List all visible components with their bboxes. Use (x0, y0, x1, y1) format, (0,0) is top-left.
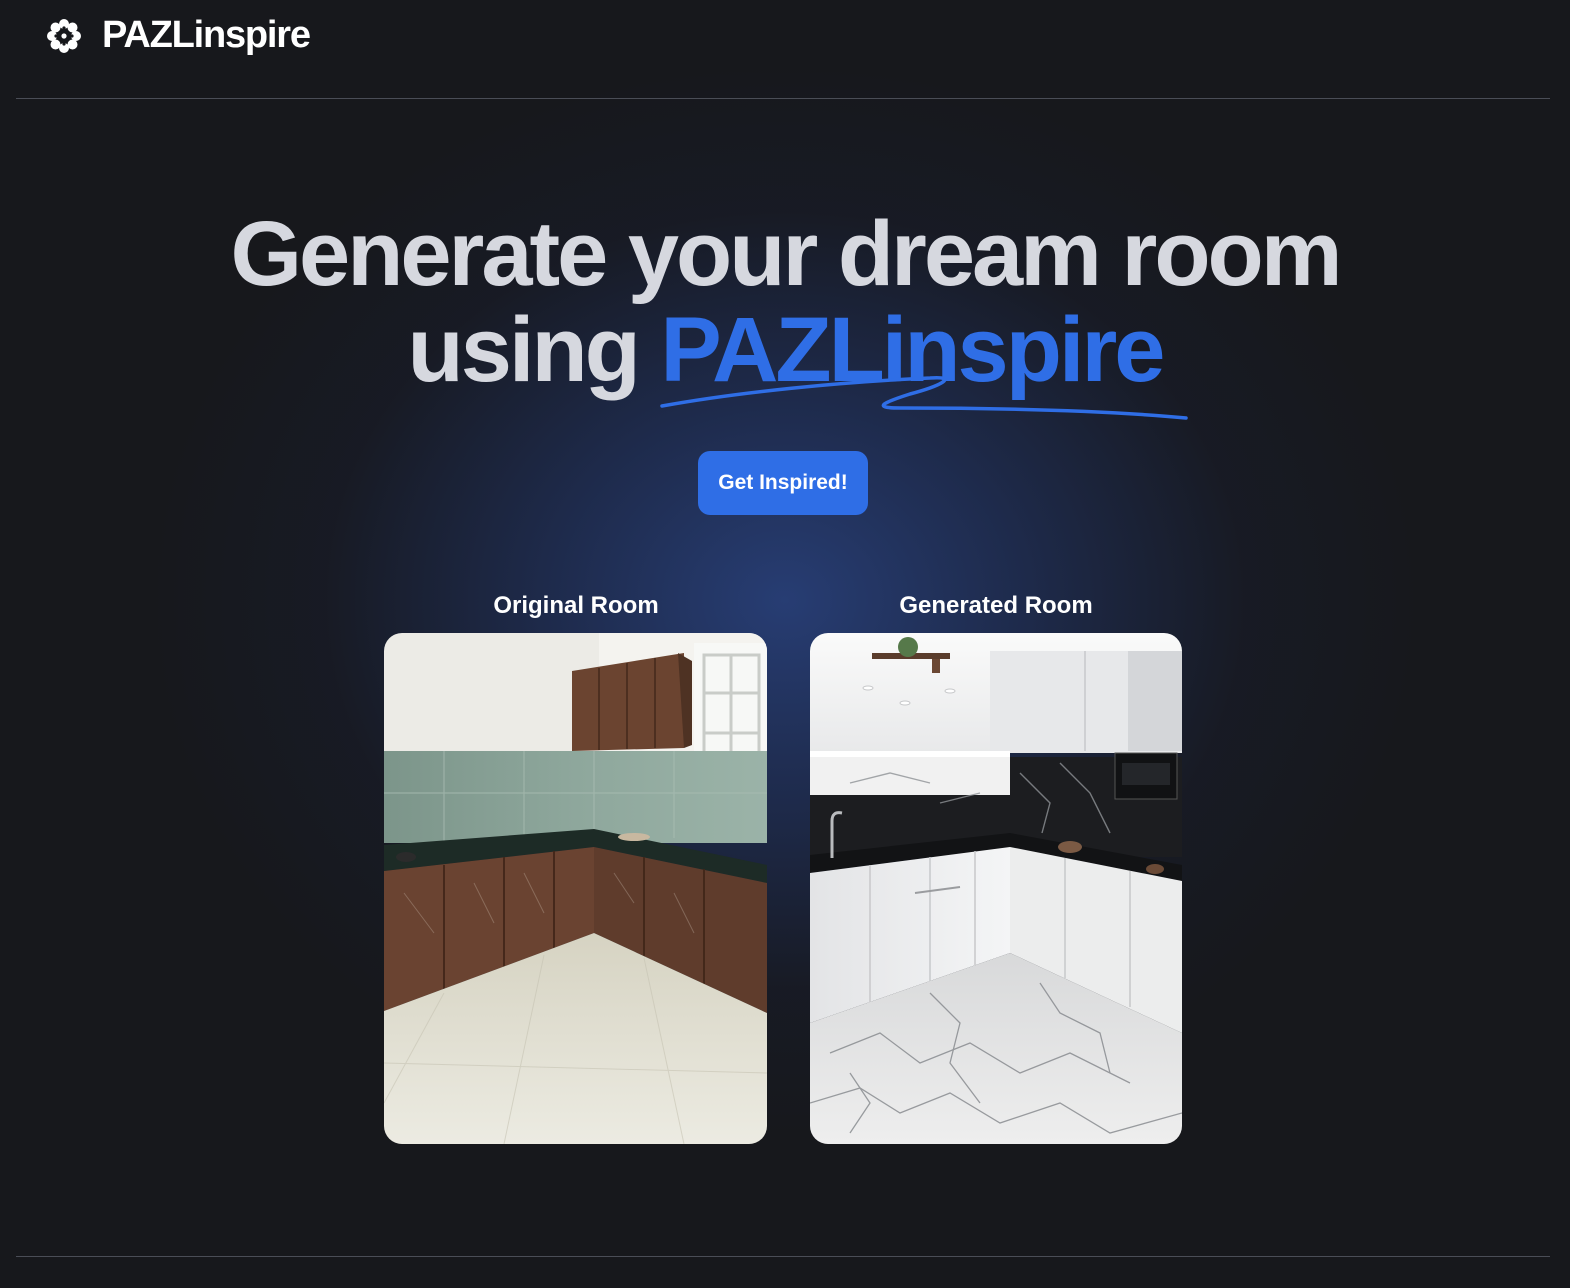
brand-link[interactable]: PAZLinspire (46, 14, 311, 57)
generated-room-image (810, 633, 1182, 1144)
generated-room-label: Generated Room (899, 592, 1093, 619)
get-inspired-button[interactable]: Get Inspired! (698, 451, 868, 515)
site-header: PAZLinspire (0, 0, 1570, 100)
hero-title: Generate your dream room using PAZLinspi… (0, 203, 1570, 420)
page: PAZLinspire Generate your dream room usi… (0, 0, 1570, 1288)
hero-title-line-2: using PAZLinspire (0, 299, 1570, 420)
brand-name: PAZLinspire (102, 14, 311, 56)
hero-title-line-1: Generate your dream room (230, 203, 1342, 305)
original-room-image (384, 633, 767, 1144)
hero-title-accent: PAZLinspire (660, 299, 1165, 401)
footer-divider (16, 1256, 1550, 1257)
flower-logo-icon (47, 18, 81, 53)
original-room-label: Original Room (493, 592, 659, 619)
header-divider (16, 98, 1550, 99)
hero-title-prefix: using (407, 299, 661, 401)
hero-title-accent-wrap: PAZLinspire (660, 299, 1189, 420)
